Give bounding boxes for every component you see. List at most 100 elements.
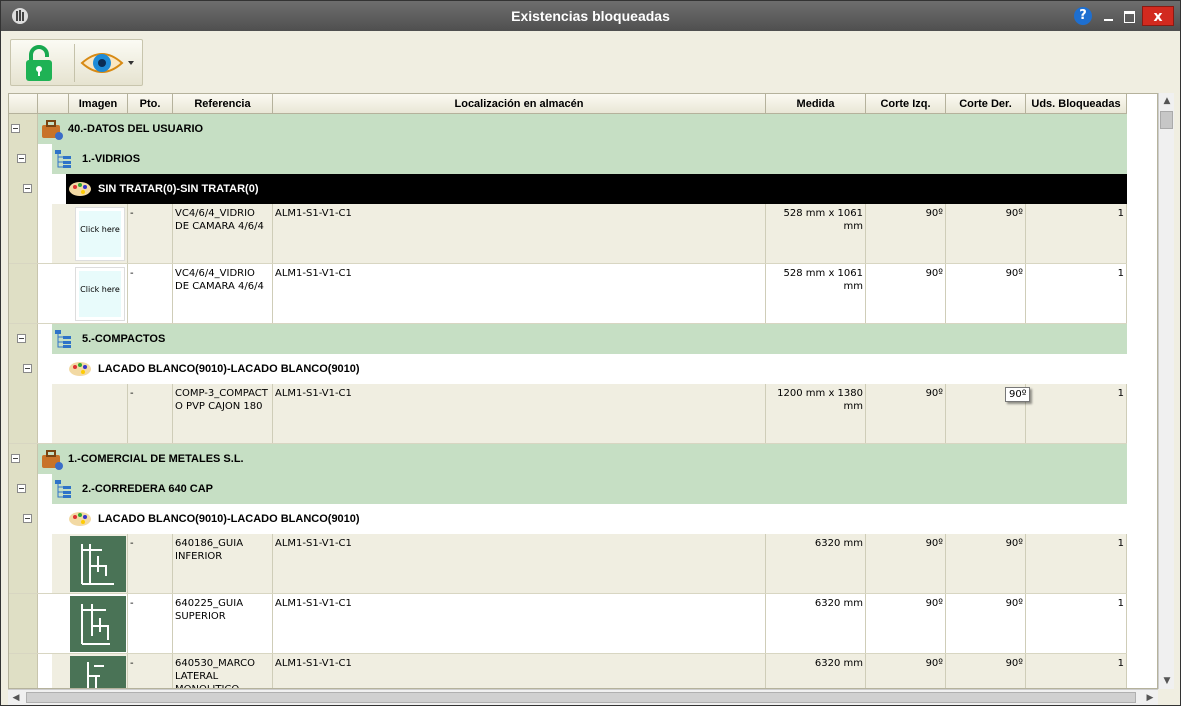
subgroup-row[interactable]: 2.-CORREDERA 640 CAP [9, 474, 1127, 504]
collapse-toggle[interactable] [17, 154, 26, 163]
location-cell: ALM1-S1-V1-C1 [273, 264, 766, 323]
minimize-button[interactable] [1100, 7, 1118, 25]
scroll-right-icon[interactable]: ▶ [1142, 690, 1158, 706]
collapse-toggle[interactable] [17, 484, 26, 493]
uds-cell: 1 [1026, 654, 1127, 688]
profile-thumbnail[interactable] [70, 596, 126, 652]
maximize-button[interactable] [1120, 7, 1138, 25]
color-label: LACADO BLANCO(9010)-LACADO BLANCO(9010) [98, 363, 360, 375]
corte-der-cell: 90º [946, 594, 1026, 653]
toolbar [10, 39, 143, 86]
medida-cell: 528 mm x 1061 mm [766, 204, 866, 263]
reference-cell: 640225_GUIA SUPERIOR [173, 594, 273, 653]
group-row[interactable]: 1.-COMERCIAL DE METALES S.L. [9, 444, 1127, 474]
col-medida[interactable]: Medida [766, 94, 866, 114]
scroll-left-icon[interactable]: ◀ [8, 690, 24, 706]
color-row[interactable]: LACADO BLANCO(9010)-LACADO BLANCO(9010) [9, 354, 1127, 384]
profile-thumbnail[interactable] [70, 536, 126, 592]
color-label: SIN TRATAR(0)-SIN TRATAR(0) [98, 183, 259, 195]
collapse-toggle[interactable] [11, 124, 20, 133]
table-row[interactable]: - 640225_GUIA SUPERIOR ALM1-S1-V1-C1 632… [9, 594, 1127, 654]
subgroup-row[interactable]: 5.-COMPACTOS [9, 324, 1127, 354]
uds-cell: 1 [1026, 264, 1127, 323]
toolbar-separator [74, 44, 75, 82]
col-corte-der[interactable]: Corte Der. [946, 94, 1026, 114]
collapse-toggle[interactable] [17, 334, 26, 343]
thumbnail[interactable]: Click here [75, 267, 125, 321]
group-row[interactable]: 40.-DATOS DEL USUARIO [9, 114, 1127, 144]
corte-izq-cell: 90º [866, 204, 946, 263]
col-referencia[interactable]: Referencia [173, 94, 273, 114]
group-label: 1.-COMERCIAL DE METALES S.L. [68, 453, 244, 465]
close-button[interactable]: x [1142, 6, 1174, 26]
profile-thumbnail[interactable] [70, 656, 126, 689]
uds-cell: 1 [1026, 594, 1127, 653]
col-imagen[interactable]: Imagen [69, 94, 128, 114]
image-cell[interactable] [69, 594, 128, 653]
window-title: Existencias bloqueadas [511, 8, 670, 24]
help-icon[interactable]: ? [1074, 7, 1092, 25]
image-cell[interactable]: Click here [69, 204, 128, 263]
paint-palette-icon [69, 512, 91, 526]
click-here-text: Click here [79, 271, 121, 317]
title-bar[interactable]: Existencias bloqueadas ? x [1, 1, 1180, 31]
uds-cell: 1 [1026, 204, 1127, 263]
reference-cell: 640186_GUIA INFERIOR [173, 534, 273, 593]
reference-cell: VC4/6/4_VIDRIO DE CAMARA 4/6/4 [173, 264, 273, 323]
medida-cell: 6320 mm [766, 654, 866, 688]
vertical-scrollbar[interactable]: ▲ ▼ [1158, 93, 1174, 689]
col-uds-bloqueadas[interactable]: Uds. Bloqueadas [1026, 94, 1127, 114]
corte-izq-cell: 90º [866, 654, 946, 688]
click-here-text: Click here [79, 211, 121, 257]
col-corte-izq[interactable]: Corte Izq. [866, 94, 946, 114]
location-cell: ALM1-S1-V1-C1 [273, 594, 766, 653]
ppto-cell: - [128, 264, 173, 323]
thumbnail[interactable]: Click here [75, 207, 125, 261]
unlock-icon[interactable] [15, 43, 71, 83]
corte-izq-cell: 90º [866, 264, 946, 323]
color-row[interactable]: LACADO BLANCO(9010)-LACADO BLANCO(9010) [9, 504, 1127, 534]
blocked-stock-grid[interactable]: Imagen Pto. Referencia Localización en a… [8, 93, 1158, 689]
collapse-toggle[interactable] [23, 184, 32, 193]
scroll-thumb[interactable] [1160, 111, 1173, 129]
location-cell: ALM1-S1-V1-C1 [273, 204, 766, 263]
col-ppto[interactable]: Pto. [128, 94, 173, 114]
tree-structure-icon [55, 150, 71, 168]
ppto-cell: - [128, 384, 173, 443]
image-cell[interactable] [69, 384, 128, 443]
hscroll-thumb[interactable] [26, 692, 1136, 703]
scroll-up-icon[interactable]: ▲ [1159, 93, 1175, 109]
table-row[interactable]: - 640530_MARCO LATERAL MONOLITICO ALM1-S… [9, 654, 1127, 689]
header-gutter [9, 94, 38, 114]
scroll-down-icon[interactable]: ▼ [1159, 673, 1175, 689]
table-row[interactable]: - 640186_GUIA INFERIOR ALM1-S1-V1-C1 632… [9, 534, 1127, 594]
reference-cell: COMP-3_COMPACT O PVP CAJON 180 [173, 384, 273, 443]
medida-cell: 6320 mm [766, 594, 866, 653]
group-label: 40.-DATOS DEL USUARIO [68, 123, 204, 135]
collapse-toggle[interactable] [23, 364, 32, 373]
collapse-toggle[interactable] [11, 454, 20, 463]
table-row[interactable]: Click here - VC4/6/4_VIDRIO DE CAMARA 4/… [9, 264, 1127, 324]
horizontal-scrollbar[interactable]: ◀ ▶ [8, 689, 1158, 705]
table-row[interactable]: - COMP-3_COMPACT O PVP CAJON 180 ALM1-S1… [9, 384, 1127, 444]
subgroup-label: 5.-COMPACTOS [82, 333, 166, 345]
view-eye-icon[interactable] [78, 43, 138, 83]
table-row[interactable]: Click here - VC4/6/4_VIDRIO DE CAMARA 4/… [9, 204, 1127, 264]
col-localizacion[interactable]: Localización en almacén [273, 94, 766, 114]
briefcase-icon [42, 120, 63, 140]
ppto-cell: - [128, 534, 173, 593]
color-row[interactable]: SIN TRATAR(0)-SIN TRATAR(0) [9, 174, 1127, 204]
grid-header: Imagen Pto. Referencia Localización en a… [9, 94, 1127, 114]
tooltip: 90º [1005, 387, 1031, 402]
header-blank [38, 94, 69, 114]
image-cell[interactable] [69, 534, 128, 593]
briefcase-icon [42, 450, 63, 470]
tree-structure-icon [55, 480, 71, 498]
image-cell[interactable] [69, 654, 128, 689]
corte-izq-cell: 90º [866, 384, 946, 443]
subgroup-label: 1.-VIDRIOS [82, 153, 141, 165]
subgroup-row[interactable]: 1.-VIDRIOS [9, 144, 1127, 174]
collapse-toggle[interactable] [23, 514, 32, 523]
image-cell[interactable]: Click here [69, 264, 128, 323]
location-cell: ALM1-S1-V1-C1 [273, 384, 766, 443]
